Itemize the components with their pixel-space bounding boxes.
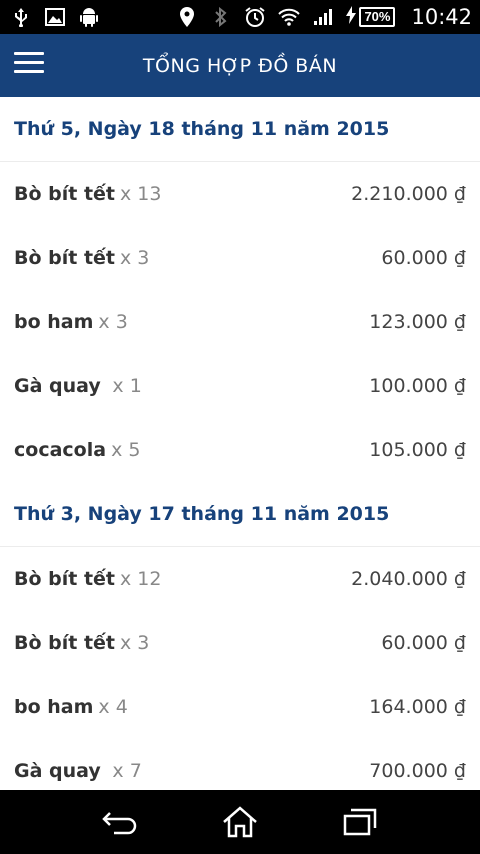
battery-level: 70% [359, 7, 396, 27]
item-name: Bò bít tết [14, 183, 116, 205]
back-button[interactable] [90, 798, 150, 846]
notification-icons [10, 6, 100, 28]
item-quantity: x 4 [98, 696, 128, 718]
recents-button[interactable] [330, 798, 390, 846]
item-price: 700.000 ₫ [369, 760, 466, 782]
item-name: cocacola [14, 439, 107, 461]
status-bar: 70% 10:42 [0, 0, 480, 34]
list-item[interactable]: Gà quay x 7 700.000 ₫ [0, 739, 480, 790]
item-name: Gà quay [14, 760, 108, 782]
image-icon [44, 6, 66, 28]
sales-summary-list[interactable]: Thứ 5, Ngày 18 tháng 11 năm 2015 Bò bít … [0, 97, 480, 790]
item-quantity: x 1 [112, 375, 142, 397]
item-name: bo ham [14, 311, 94, 333]
list-item[interactable]: bo ham x 4 164.000 ₫ [0, 675, 480, 739]
android-icon [78, 6, 100, 28]
list-item[interactable]: Bò bít tết x 3 60.000 ₫ [0, 226, 480, 290]
menu-icon-bar [14, 61, 44, 64]
item-quantity: x 12 [120, 568, 162, 590]
item-quantity: x 3 [120, 632, 150, 654]
item-quantity: x 3 [98, 311, 128, 333]
item-price: 105.000 ₫ [369, 439, 466, 461]
date-header: Thứ 3, Ngày 17 tháng 11 năm 2015 [0, 482, 480, 547]
list-item[interactable]: bo ham x 3 123.000 ₫ [0, 290, 480, 354]
date-header: Thứ 5, Ngày 18 tháng 11 năm 2015 [0, 97, 480, 162]
app-bar: TỔNG HỢP ĐỒ BÁN [0, 34, 480, 97]
item-quantity: x 3 [120, 247, 150, 269]
item-quantity: x 13 [120, 183, 162, 205]
location-icon [176, 6, 198, 28]
alarm-icon [244, 6, 266, 28]
item-price: 123.000 ₫ [369, 311, 466, 333]
home-button[interactable] [210, 798, 270, 846]
menu-button[interactable] [14, 52, 48, 78]
menu-icon-bar [14, 70, 44, 73]
list-item[interactable]: Bò bít tết x 12 2.040.000 ₫ [0, 547, 480, 611]
item-price: 2.040.000 ₫ [351, 568, 466, 590]
charging-icon [346, 5, 357, 29]
back-icon [102, 812, 137, 835]
item-name: Bò bít tết [14, 632, 116, 654]
page-title: TỔNG HỢP ĐỒ BÁN [142, 54, 338, 77]
wifi-icon [278, 6, 301, 28]
list-item[interactable]: Bò bít tết x 13 2.210.000 ₫ [0, 162, 480, 226]
system-icons: 70% 10:42 [176, 5, 472, 29]
clock: 10:42 [411, 5, 472, 29]
item-name: bo ham [14, 696, 94, 718]
item-quantity: x 7 [112, 760, 142, 782]
item-name: Bò bít tết [14, 247, 116, 269]
item-price: 2.210.000 ₫ [351, 183, 466, 205]
item-quantity: x 5 [111, 439, 141, 461]
recents-icon [343, 808, 377, 836]
item-price: 100.000 ₫ [369, 375, 466, 397]
bluetooth-icon [210, 6, 232, 28]
battery-indicator: 70% [346, 5, 396, 29]
menu-icon-bar [14, 52, 44, 55]
home-icon [223, 806, 257, 838]
item-price: 60.000 ₫ [381, 247, 466, 269]
item-name: Gà quay [14, 375, 108, 397]
usb-icon [10, 6, 32, 28]
list-item[interactable]: cocacola x 5 105.000 ₫ [0, 418, 480, 482]
navigation-bar [0, 790, 480, 854]
list-item[interactable]: Bò bít tết x 3 60.000 ₫ [0, 611, 480, 675]
item-price: 164.000 ₫ [369, 696, 466, 718]
item-price: 60.000 ₫ [381, 632, 466, 654]
item-name: Bò bít tết [14, 568, 116, 590]
signal-icon [312, 6, 334, 28]
list-item[interactable]: Gà quay x 1 100.000 ₫ [0, 354, 480, 418]
